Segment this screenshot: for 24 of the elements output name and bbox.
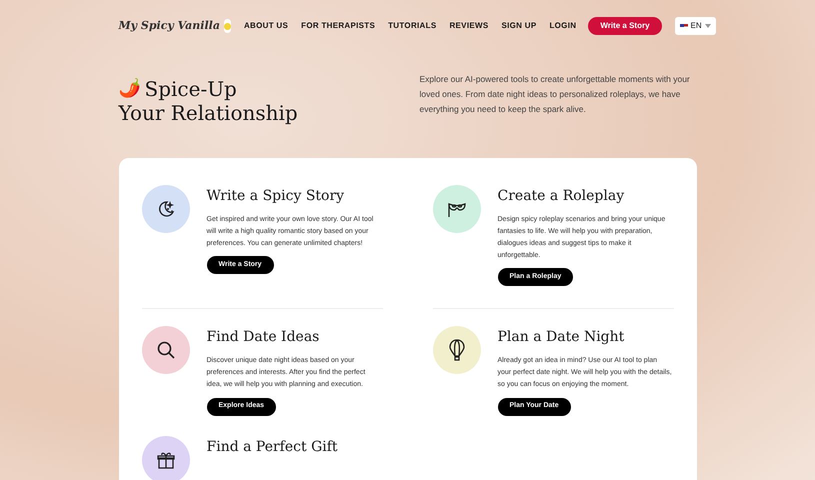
search-icon	[156, 340, 176, 360]
feature-title: Find Date Ideas	[206, 328, 320, 348]
feature-title: Find a Perfect Gift	[206, 438, 338, 456]
feature-title: Write a Spicy Story	[206, 187, 346, 206]
hero-title: Spice-Up	[144, 77, 237, 101]
feature-title: Plan a Date Night	[498, 328, 626, 348]
gift-icon	[156, 450, 176, 470]
nav-link[interactable]: LOGIN	[549, 20, 576, 32]
caret-icon	[704, 24, 711, 28]
nav-link[interactable]: REVIEWS	[449, 20, 488, 32]
nav-link[interactable]: SIGN UP	[501, 20, 536, 32]
nav-link[interactable]: ABOUT US	[244, 20, 288, 32]
flag-icon	[680, 24, 688, 28]
hero-title: Your Relationship	[118, 101, 298, 125]
language-select[interactable]: EN	[674, 17, 716, 35]
write-story-button[interactable]: Write a Story	[588, 17, 662, 35]
hero-description: Explore our AI-powered tools to create unforgettable moments with your loved ones. From date night ideas to personalized roleplays, we have everything you need to keep the spark alive.	[420, 73, 691, 116]
logo[interactable]: My Spicy Vanilla	[118, 18, 220, 34]
nav-link[interactable]: TUTORIALS	[388, 20, 436, 32]
sun-icon	[224, 19, 231, 33]
nav-link[interactable]: FOR THERAPISTS	[301, 20, 376, 32]
hot-air-balloon-icon	[448, 339, 466, 362]
feature-title: Create a Roleplay	[498, 187, 626, 206]
chili-pepper-icon: 🌶	[118, 77, 140, 101]
